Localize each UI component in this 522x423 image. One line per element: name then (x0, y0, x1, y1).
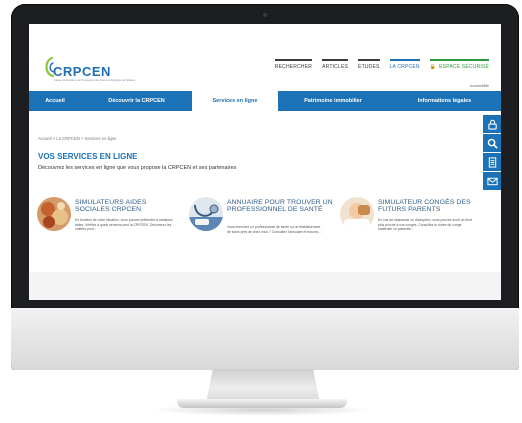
topnav-espace-securise[interactable]: 🔒 ESPACE SÉCURISÉ (429, 59, 489, 70)
page-footer-band (29, 272, 501, 300)
topnav-espace-securise-label: ESPACE SÉCURISÉ (439, 64, 489, 70)
card-title: SIMULATEUR CONGÉS DES FUTURS PARENTS (378, 199, 471, 214)
page-subtitle: Découvrez les services en ligne que vous… (38, 165, 237, 171)
crpcen-logo[interactable]: CRPCEN Caisse de Retraite et de Prévoyan… (41, 54, 135, 84)
card-title: SIMULATEURS AIDES SOCIALES CRPCEN (75, 199, 147, 214)
logo-name: CRPCEN (53, 64, 111, 79)
topnav-articles[interactable]: ARTICLES (322, 59, 349, 70)
accessibility-lock-icon[interactable] (483, 115, 501, 133)
card-simulateurs-aides[interactable]: SIMULATEURS AIDES SOCIALES CRPCEN En fon… (37, 197, 185, 267)
topnav-la-crpcen[interactable]: LA CRPCEN (389, 59, 420, 70)
topnav-rechercher[interactable]: RECHERCHER (274, 59, 313, 70)
search-icon[interactable] (483, 134, 501, 152)
nav-patrimoine[interactable]: Patrimoine immobilier (278, 91, 388, 111)
breadcrumb[interactable]: Accueil > La CRPCEN > Services en ligne (38, 136, 116, 141)
website-screen: CRPCEN Caisse de Retraite et de Prévoyan… (29, 24, 501, 300)
nav-services-en-ligne[interactable]: Services en ligne (192, 91, 278, 111)
monitor-chin (11, 308, 519, 370)
site-header: CRPCEN Caisse de Retraite et de Prévoyan… (29, 24, 501, 91)
card-description: Vous cherchez un professionnel de santé … (227, 225, 322, 234)
nav-decouvrir[interactable]: Découvrir la CRPCEN (81, 91, 192, 111)
page-title: VOS SERVICES EN LIGNE (38, 152, 138, 161)
top-navigation: RECHERCHER ARTICLES ÉTUDES LA CRPCEN 🔒 ES… (274, 59, 489, 70)
card-simulateur-conges[interactable]: SIMULATEUR CONGÉS DES FUTURS PARENTS En … (340, 197, 488, 267)
logo-tagline: Caisse de Retraite et de Prévoyance des … (54, 79, 136, 82)
mail-icon[interactable] (483, 172, 501, 190)
card-description: En fonction de votre situation, vous pou… (75, 218, 173, 231)
card-description: En cas de naissance ou d'adoption, vous … (378, 218, 472, 231)
monitor-stand-base (177, 399, 347, 408)
camera-icon (263, 13, 267, 17)
side-toolbar (483, 115, 501, 191)
accessibility-link[interactable]: Accessibilité (470, 84, 489, 88)
nav-informations-legales[interactable]: Informations légales (388, 91, 501, 111)
topnav-etudes[interactable]: ÉTUDES (358, 59, 380, 70)
monitor-stand-neck (206, 369, 320, 403)
imac-monitor: CRPCEN Caisse de Retraite et de Prévoyan… (11, 4, 519, 370)
nav-accueil[interactable]: Accueil (29, 91, 81, 111)
services-cards: SIMULATEURS AIDES SOCIALES CRPCEN En fon… (29, 197, 501, 267)
food-photo-thumbnail (37, 197, 71, 231)
lock-icon: 🔒 (429, 64, 437, 70)
document-icon[interactable] (483, 153, 501, 171)
stethoscope-photo-thumbnail (189, 197, 223, 231)
baby-photo-thumbnail (340, 197, 374, 231)
card-title: ANNUAIRE POUR TROUVER UN PROFESSIONNEL D… (227, 199, 333, 214)
card-annuaire-sante[interactable]: ANNUAIRE POUR TROUVER UN PROFESSIONNEL D… (189, 197, 337, 267)
main-navigation: Accueil Découvrir la CRPCEN Services en … (29, 91, 501, 111)
